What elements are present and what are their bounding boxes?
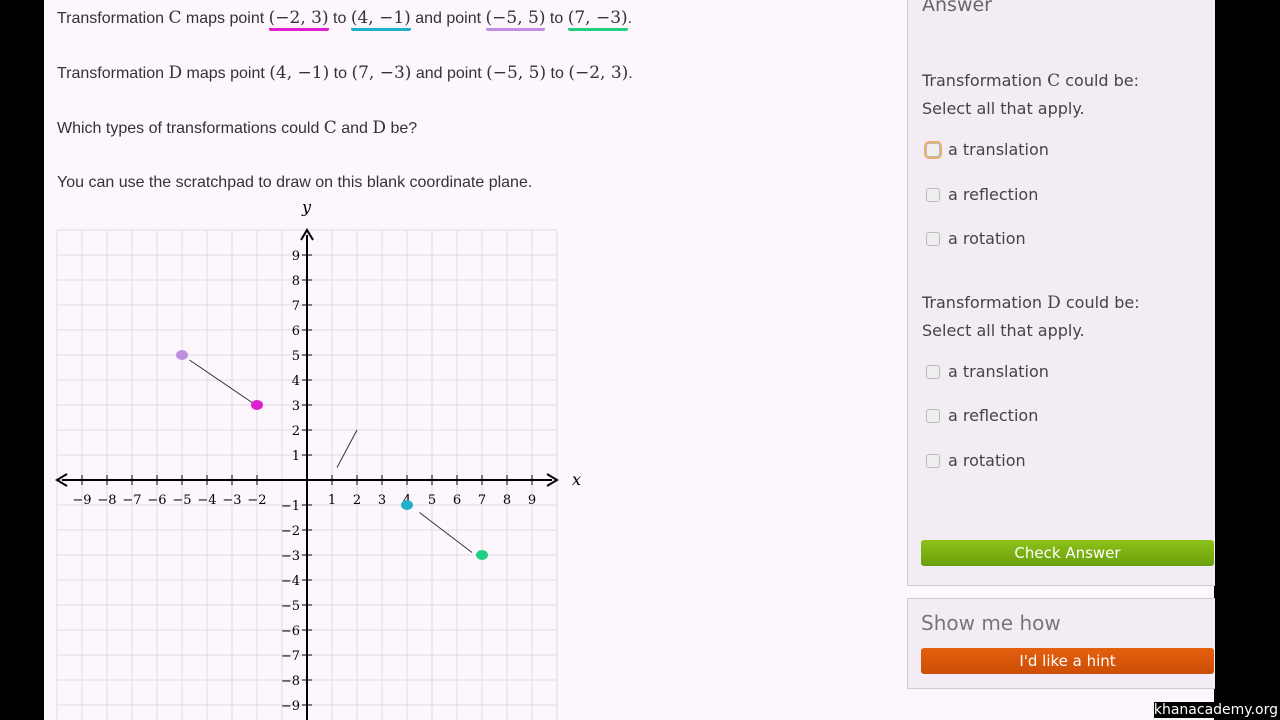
checkbox[interactable] — [926, 453, 940, 468]
checkbox[interactable] — [926, 364, 940, 379]
checkbox[interactable] — [926, 231, 940, 246]
y-tick-label: −3 — [281, 549, 300, 564]
x-tick-label: 9 — [528, 493, 536, 508]
x-tick-label: 8 — [503, 493, 511, 508]
x-tick-label: 5 — [428, 493, 436, 508]
x-tick-label: −2 — [247, 493, 266, 508]
y-tick-label: −4 — [281, 574, 300, 589]
answer-title: Answer — [922, 0, 992, 16]
y-tick-label: 4 — [292, 374, 300, 389]
exercise-page: Transformation C maps point (−2, 3) to (… — [44, 0, 1215, 720]
d-option-reflection[interactable]: a reflection — [926, 406, 1038, 425]
x-tick-label: −8 — [97, 493, 116, 508]
y-tick-label: 2 — [292, 424, 300, 439]
hint-button[interactable]: I'd like a hint — [921, 648, 1214, 674]
y-tick-label: 7 — [292, 299, 300, 314]
checkbox[interactable] — [926, 142, 940, 157]
x-tick-label: −4 — [197, 493, 216, 508]
x-tick-label: 1 — [328, 493, 336, 508]
check-answer-button[interactable]: Check Answer — [921, 540, 1214, 566]
y-tick-label: 5 — [292, 349, 300, 364]
question-line-1: Transformation C maps point (−2, 3) to (… — [57, 8, 632, 31]
y-tick-label: −9 — [281, 699, 300, 714]
checkbox[interactable] — [926, 187, 940, 202]
d-label: Transformation D could be: Select all tha… — [922, 293, 1140, 340]
coordinate-plane[interactable]: xy−9−8−7−6−5−4−3−2123456789987654321−1−2… — [44, 200, 604, 720]
y-tick-label: 6 — [292, 324, 300, 339]
x-tick-label: 3 — [378, 493, 386, 508]
x-tick-label: −7 — [122, 493, 141, 508]
data-point — [176, 350, 188, 360]
y-tick-label: 8 — [292, 274, 300, 289]
y-tick-label: −1 — [281, 499, 300, 514]
y-tick-label: −2 — [281, 524, 300, 539]
y-tick-label: −6 — [281, 624, 300, 639]
data-point — [476, 550, 488, 560]
answer-panel: Answer Transformation C could be: Select … — [907, 0, 1215, 526]
x-tick-label: −6 — [147, 493, 166, 508]
c-label: Transformation C could be: Select all tha… — [922, 71, 1140, 118]
y-tick-label: −5 — [281, 599, 300, 614]
y-tick-label: 3 — [292, 399, 300, 414]
x-tick-label: −3 — [222, 493, 241, 508]
checkbox[interactable] — [926, 408, 940, 423]
y-tick-label: −8 — [281, 674, 300, 689]
c-option-rotation[interactable]: a rotation — [926, 229, 1026, 248]
y-tick-label: 9 — [292, 249, 300, 264]
data-point — [401, 500, 413, 510]
scratchpad-note: You can use the scratchpad to draw on th… — [57, 174, 533, 191]
help-title: Show me how — [921, 611, 1061, 635]
x-tick-label: −5 — [172, 493, 191, 508]
x-tick-label: 7 — [478, 493, 486, 508]
x-tick-label: 2 — [353, 493, 361, 508]
x-axis-label: x — [572, 470, 581, 489]
watermark: khanacademy.org — [1153, 702, 1278, 718]
y-tick-label: −7 — [281, 649, 300, 664]
y-axis-label: y — [301, 200, 312, 217]
data-point — [251, 400, 263, 410]
question-line-2: Transformation D maps point (4, −1) to (… — [57, 63, 633, 83]
d-option-rotation[interactable]: a rotation — [926, 451, 1026, 470]
d-option-translation[interactable]: a translation — [926, 362, 1049, 381]
x-tick-label: −9 — [72, 493, 91, 508]
x-tick-label: 6 — [453, 493, 461, 508]
question-prompt: Which types of transformations could C a… — [57, 118, 418, 138]
y-tick-label: 1 — [292, 449, 300, 464]
c-option-translation[interactable]: a translation — [926, 140, 1049, 159]
c-option-reflection[interactable]: a reflection — [926, 185, 1038, 204]
